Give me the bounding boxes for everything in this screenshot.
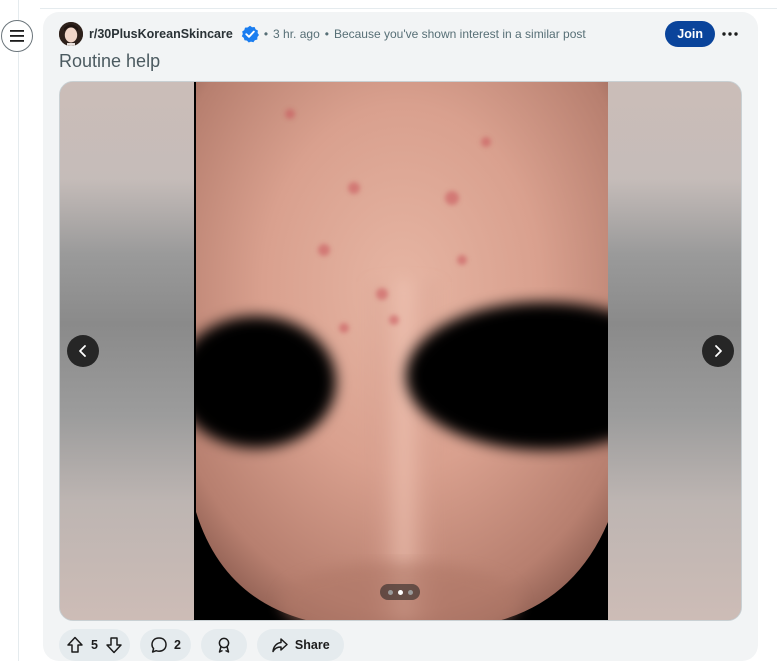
subreddit-avatar[interactable] [59, 22, 83, 46]
carousel-prev-button[interactable] [67, 335, 99, 367]
verified-badge-icon [241, 25, 259, 43]
award-icon [215, 636, 233, 654]
hamburger-menu-icon [10, 30, 24, 42]
comment-bubble-icon [150, 636, 168, 654]
divider [40, 8, 777, 9]
more-options-button[interactable] [718, 22, 742, 46]
post-actions: 5 2 Share [59, 629, 344, 661]
more-horizontal-icon [718, 22, 742, 46]
subreddit-name-link[interactable]: r/30PlusKoreanSkincare [89, 27, 233, 41]
post-meta: r/30PlusKoreanSkincare • 3 hr. ago • Bec… [59, 18, 742, 50]
share-button[interactable]: Share [256, 629, 344, 661]
recommendation-reason: Because you've shown interest in a simil… [333, 27, 586, 41]
media-carousel[interactable] [59, 81, 742, 621]
post-card[interactable]: r/30PlusKoreanSkincare • 3 hr. ago • Bec… [43, 12, 758, 661]
chevron-left-icon [76, 344, 90, 358]
separator-dot: • [324, 27, 329, 41]
vote-group: 5 [59, 629, 130, 661]
pagination-dot[interactable] [407, 589, 413, 595]
comment-count: 2 [173, 638, 181, 652]
carousel-next-button[interactable] [702, 335, 734, 367]
downvote-button[interactable] [104, 635, 124, 655]
sidebar-toggle-button[interactable] [1, 20, 33, 52]
post-image[interactable] [194, 82, 608, 620]
upvote-button[interactable] [65, 635, 85, 655]
pagination-dot[interactable] [387, 589, 393, 595]
post-time: 3 hr. ago [273, 27, 320, 41]
vote-count: 5 [91, 638, 98, 652]
pagination-dot-active[interactable] [397, 589, 403, 595]
share-arrow-icon [271, 636, 289, 654]
award-button[interactable] [200, 629, 247, 661]
chevron-right-icon [711, 344, 725, 358]
comments-button[interactable]: 2 [139, 629, 191, 661]
downvote-arrow-icon [104, 635, 124, 655]
left-rail-line [18, 0, 19, 661]
post-title[interactable]: Routine help [59, 51, 160, 72]
share-label: Share [294, 638, 330, 652]
separator-dot: • [263, 27, 269, 41]
carousel-pagination [380, 584, 420, 600]
join-button[interactable]: Join [665, 21, 715, 47]
upvote-arrow-icon [65, 635, 85, 655]
